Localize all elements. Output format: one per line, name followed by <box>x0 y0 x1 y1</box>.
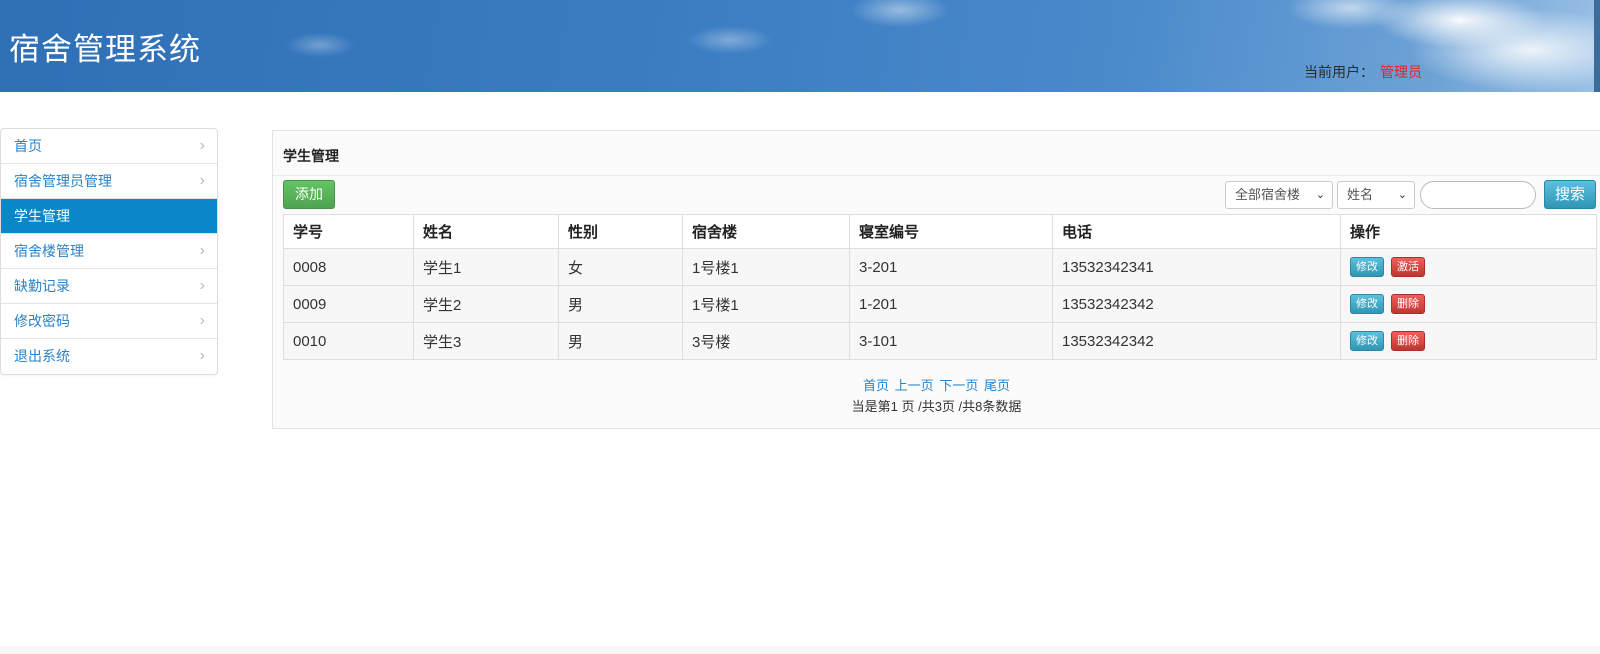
prev-page-link[interactable]: 上一页 <box>895 378 934 393</box>
column-header: 学号 <box>283 214 414 249</box>
add-button[interactable]: 添加 <box>283 180 335 209</box>
last-page-link[interactable]: 尾页 <box>984 378 1010 393</box>
cell-name: 学生3 <box>413 322 559 360</box>
cell-building: 3号楼 <box>682 322 850 360</box>
panel-divider <box>273 175 1600 176</box>
sidebar-item-label: 修改密码 <box>14 313 70 329</box>
table-row: 0010 学生3 男 3号楼 3-101 13532342342 修改 删除 <box>283 322 1597 360</box>
header-edge <box>1594 0 1600 92</box>
chevron-right-icon: › <box>199 137 205 154</box>
student-panel: 学生管理 添加 全部宿舍楼 ⌄ 姓名 ⌄ 搜索 学号 姓名 性别 宿舍楼 寝室编… <box>272 130 1600 429</box>
page-footer-strip <box>0 646 1600 654</box>
chevron-down-icon: ⌄ <box>1315 189 1325 201</box>
activate-button[interactable]: 激活 <box>1391 257 1425 277</box>
sidebar-item-absence[interactable]: 缺勤记录 › <box>1 269 217 304</box>
chevron-right-icon: › <box>199 277 205 294</box>
cell-phone: 13532342342 <box>1052 285 1341 323</box>
sidebar-item-password[interactable]: 修改密码 › <box>1 304 217 339</box>
search-input[interactable] <box>1420 181 1536 209</box>
pagination-links: 首页 上一页 下一页 尾页 <box>273 375 1600 394</box>
sidebar-item-dorm-admin[interactable]: 宿舍管理员管理 › <box>1 164 217 199</box>
sidebar-item-label: 退出系统 <box>14 348 70 364</box>
cell-student-id: 0010 <box>283 322 414 360</box>
delete-button[interactable]: 删除 <box>1391 294 1425 314</box>
student-table: 学号 姓名 性别 宿舍楼 寝室编号 电话 操作 0008 学生1 女 1号楼1 … <box>283 214 1597 360</box>
edit-button[interactable]: 修改 <box>1350 294 1384 314</box>
page-title: 学生管理 <box>283 148 339 164</box>
search-button[interactable]: 搜索 <box>1544 180 1596 209</box>
sidebar-item-logout[interactable]: 退出系统 › <box>1 339 217 374</box>
column-header: 性别 <box>558 214 683 249</box>
cell-gender: 男 <box>558 322 683 360</box>
sidebar-nav: 首页 › 宿舍管理员管理 › 学生管理 › 宿舍楼管理 › 缺勤记录 › 修改密… <box>0 128 218 375</box>
cell-student-id: 0008 <box>283 248 414 286</box>
cell-room: 1-201 <box>849 285 1053 323</box>
cell-building: 1号楼1 <box>682 248 850 286</box>
cell-name: 学生1 <box>413 248 559 286</box>
sidebar-item-home[interactable]: 首页 › <box>1 129 217 164</box>
chevron-right-icon: › <box>199 172 205 189</box>
cell-building: 1号楼1 <box>682 285 850 323</box>
current-user-label: 当前用户： <box>1304 64 1374 80</box>
sidebar-item-buildings[interactable]: 宿舍楼管理 › <box>1 234 217 269</box>
sidebar-item-label: 学生管理 <box>14 208 70 224</box>
first-page-link[interactable]: 首页 <box>863 378 889 393</box>
delete-button[interactable]: 删除 <box>1391 331 1425 351</box>
column-header: 姓名 <box>413 214 559 249</box>
edit-button[interactable]: 修改 <box>1350 257 1384 277</box>
cell-phone: 13532342342 <box>1052 322 1341 360</box>
field-filter-value: 姓名 <box>1347 187 1374 202</box>
table-row: 0009 学生2 男 1号楼1 1-201 13532342342 修改 删除 <box>283 285 1597 323</box>
sidebar-item-label: 缺勤记录 <box>14 278 70 294</box>
cell-gender: 女 <box>558 248 683 286</box>
sidebar-item-label: 宿舍楼管理 <box>14 243 84 259</box>
cell-actions: 修改 激活 <box>1340 248 1597 286</box>
table-header-row: 学号 姓名 性别 宿舍楼 寝室编号 电话 操作 <box>283 214 1597 249</box>
chevron-down-icon: ⌄ <box>1397 189 1407 201</box>
app-title: 宿舍管理系统 <box>9 32 201 67</box>
cell-gender: 男 <box>558 285 683 323</box>
sidebar-item-label: 宿舍管理员管理 <box>14 173 112 189</box>
pagination-info: 当是第1 页 /共3页 /共8条数据 <box>851 399 1022 414</box>
current-user: 当前用户： 管理员 <box>1304 62 1422 82</box>
column-header: 操作 <box>1340 214 1597 249</box>
building-filter-select[interactable]: 全部宿舍楼 ⌄ <box>1225 181 1333 209</box>
cell-actions: 修改 删除 <box>1340 322 1597 360</box>
column-header: 宿舍楼 <box>682 214 850 249</box>
app-header: 宿舍管理系统 当前用户： 管理员 <box>0 0 1600 92</box>
cell-phone: 13532342341 <box>1052 248 1341 286</box>
edit-button[interactable]: 修改 <box>1350 331 1384 351</box>
current-user-name: 管理员 <box>1380 64 1422 80</box>
cell-actions: 修改 删除 <box>1340 285 1597 323</box>
cell-room: 3-101 <box>849 322 1053 360</box>
pagination: 首页 上一页 下一页 尾页 当是第1 页 /共3页 /共8条数据 <box>273 375 1600 415</box>
cell-room: 3-201 <box>849 248 1053 286</box>
cell-name: 学生2 <box>413 285 559 323</box>
chevron-right-icon: › <box>199 242 205 259</box>
sidebar-item-students[interactable]: 学生管理 › <box>1 199 217 234</box>
column-header: 寝室编号 <box>849 214 1053 249</box>
chevron-right-icon: › <box>199 347 205 364</box>
sidebar-item-label: 首页 <box>14 138 42 154</box>
chevron-right-icon: › <box>199 312 205 329</box>
next-page-link[interactable]: 下一页 <box>939 378 978 393</box>
cell-student-id: 0009 <box>283 285 414 323</box>
building-filter-value: 全部宿舍楼 <box>1235 187 1301 202</box>
field-filter-select[interactable]: 姓名 ⌄ <box>1337 181 1415 209</box>
column-header: 电话 <box>1052 214 1341 249</box>
table-row: 0008 学生1 女 1号楼1 3-201 13532342341 修改 激活 <box>283 248 1597 286</box>
